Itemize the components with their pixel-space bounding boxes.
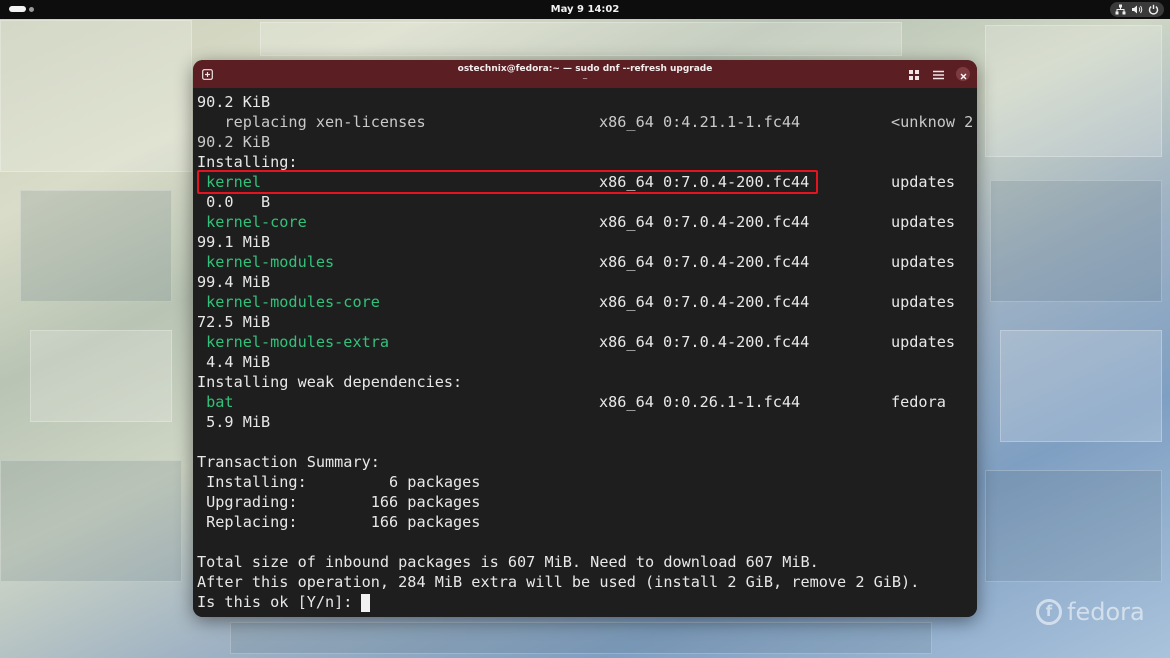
- package-repo: updates: [891, 173, 956, 191]
- package-repo: fedora: [891, 393, 946, 411]
- activities-button[interactable]: [9, 6, 34, 12]
- grid-icon: [909, 65, 919, 84]
- terminal-cursor: [361, 594, 370, 612]
- fedora-watermark: f fedora: [1036, 598, 1145, 626]
- package-arch-version: x86_64 0:7.0.4-200.fc44: [599, 213, 810, 231]
- hamburger-menu-icon: [932, 65, 944, 84]
- close-icon: [960, 65, 967, 84]
- summary-upgrading: Upgrading: 166 packages: [197, 493, 481, 511]
- wallpaper-shape: [990, 180, 1162, 302]
- watermark-text: fedora: [1067, 598, 1145, 626]
- close-window-button[interactable]: [956, 67, 970, 81]
- package-name: bat: [197, 393, 234, 411]
- package-arch-version: x86_64 0:0.26.1-1.fc44: [599, 393, 801, 411]
- package-repo: updates: [891, 253, 956, 271]
- download-size-line: Total size of inbound packages is 607 Mi…: [197, 553, 819, 571]
- section-heading: Installing weak dependencies:: [197, 373, 463, 391]
- confirm-prompt: Is this ok [Y/n]:: [197, 593, 362, 611]
- package-repo: updates: [891, 333, 956, 351]
- summary-installing: Installing: 6 packages: [197, 473, 481, 491]
- wallpaper-shape: [1000, 330, 1162, 442]
- package-arch-version: x86_64 0:7.0.4-200.fc44: [599, 333, 810, 351]
- highlight-box: [197, 170, 818, 194]
- package-name: replacing xen-licenses: [197, 113, 426, 131]
- wallpaper-shape: [0, 460, 182, 582]
- network-icon: [1115, 4, 1126, 15]
- package-size: 4.4 MiB: [197, 353, 271, 371]
- package-name: kernel-modules: [197, 253, 335, 271]
- window-subtitle: ~: [582, 75, 588, 83]
- output-line: 90.2 KiB: [197, 93, 271, 111]
- package-name: kernel-core: [197, 213, 307, 231]
- disk-usage-line: After this operation, 284 MiB extra will…: [197, 573, 920, 591]
- wallpaper-shape: [260, 22, 902, 56]
- wallpaper-shape: [985, 470, 1162, 582]
- summary-heading: Transaction Summary:: [197, 453, 380, 471]
- main-menu-button[interactable]: [930, 66, 946, 82]
- terminal-window: ostechnix@fedora:~ — sudo dnf --refresh …: [193, 60, 977, 617]
- volume-icon: [1131, 4, 1143, 15]
- package-size: 99.4 MiB: [197, 273, 271, 291]
- new-tab-button[interactable]: [199, 66, 215, 82]
- wallpaper-shape: [230, 622, 932, 654]
- terminal-output[interactable]: 90.2 KiB replacing xen-licenses x86_64 0…: [193, 88, 977, 617]
- system-status-menu[interactable]: [1110, 2, 1164, 17]
- wallpaper-shape: [0, 20, 192, 172]
- package-repo: updates: [891, 213, 956, 231]
- package-size: 5.9 MiB: [197, 413, 271, 431]
- package-name: kernel-modules-core: [197, 293, 380, 311]
- package-arch-version: x86_64 0:4.21.1-1.fc44: [599, 113, 801, 131]
- top-bar: May 9 14:02: [0, 0, 1170, 19]
- package-name: kernel-modules-extra: [197, 333, 390, 351]
- window-titlebar[interactable]: ostechnix@fedora:~ — sudo dnf --refresh …: [193, 60, 977, 88]
- package-arch-version: x86_64 0:7.0.4-200.fc44: [599, 293, 810, 311]
- new-tab-icon: [201, 65, 213, 84]
- package-arch-version: x86_64 0:7.0.4-200.fc44: [599, 253, 810, 271]
- tab-overview-button[interactable]: [906, 66, 922, 82]
- package-size: 99.1 MiB: [197, 233, 271, 251]
- workspace-indicator: [29, 6, 34, 12]
- fedora-logo-icon: f: [1036, 599, 1062, 625]
- output-line: 90.2 KiB: [197, 133, 271, 151]
- summary-replacing: Replacing: 166 packages: [197, 513, 481, 531]
- wallpaper-shape: [20, 190, 172, 302]
- package-size: 72.5 MiB: [197, 313, 271, 331]
- clock[interactable]: May 9 14:02: [551, 4, 620, 15]
- wallpaper-shape: [985, 25, 1162, 157]
- section-heading: Installing:: [197, 153, 298, 171]
- power-icon: [1148, 4, 1159, 15]
- wallpaper-shape: [30, 330, 172, 422]
- package-repo: <unknow 2: [891, 113, 974, 131]
- package-size: 0.0 B: [197, 193, 271, 211]
- workspace-indicator-active: [9, 6, 26, 12]
- package-repo: updates: [891, 293, 956, 311]
- window-title: ostechnix@fedora:~ — sudo dnf --refresh …: [457, 64, 713, 74]
